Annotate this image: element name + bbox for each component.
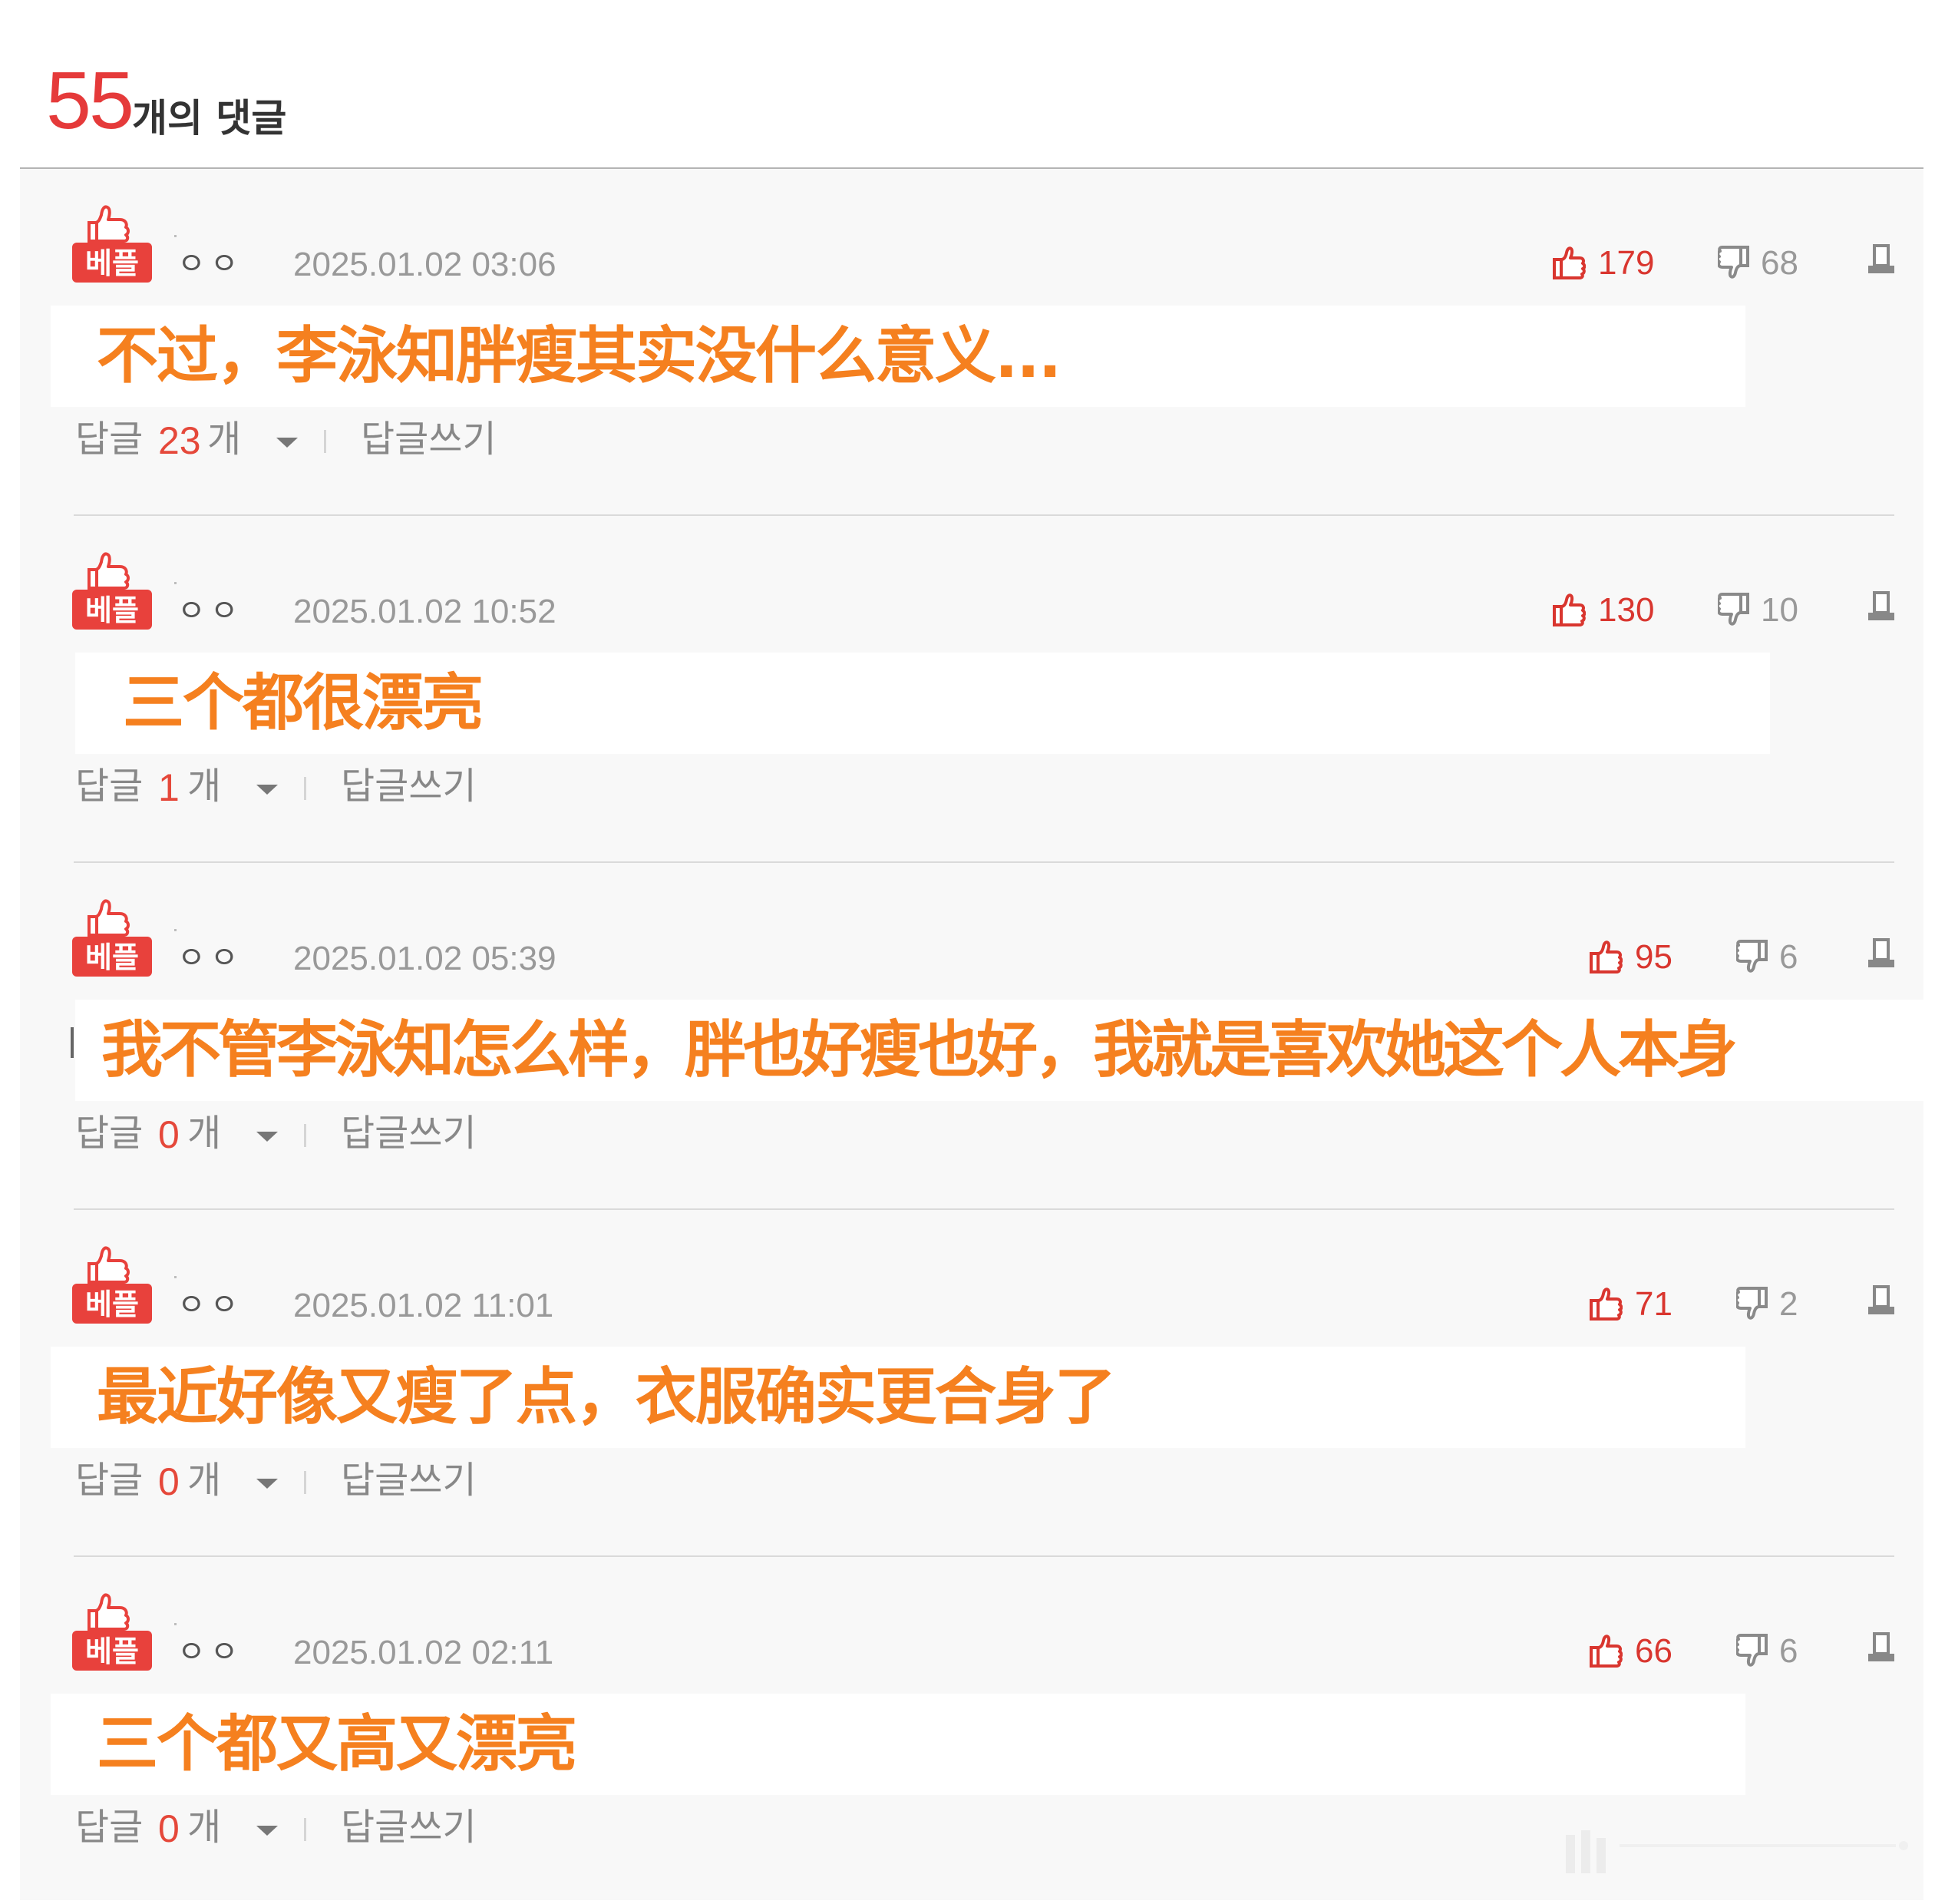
best-badge-label: 베플	[85, 246, 139, 280]
thumbs-down-icon	[1736, 1634, 1768, 1667]
comment-text-box: 三个都很漂亮	[75, 653, 1770, 754]
reply-count[interactable]: 0	[158, 1112, 180, 1158]
nickname[interactable]: ㅇㅇ	[177, 1288, 243, 1322]
comment-text-box: 不过，李泳知胖瘦其实没什么意义...	[51, 306, 1745, 407]
thumbs-up-icon	[1553, 593, 1586, 626]
like-count: 130	[1598, 591, 1655, 629]
reply-label[interactable]: 답글	[75, 1110, 143, 1156]
comment-item: 베플 ㅇㅇ 2025.01.02 03:06 179 68 不过，李泳知胖瘦其实…	[20, 169, 1923, 516]
like-count: 71	[1635, 1285, 1672, 1323]
best-badge-label: 베플	[85, 593, 139, 627]
reply-unit[interactable]: 개	[187, 1110, 221, 1156]
reply-unit[interactable]: 개	[187, 1804, 221, 1850]
thumbs-up-icon	[1590, 940, 1623, 973]
report-icon[interactable]	[1867, 1631, 1896, 1664]
report-icon[interactable]	[1867, 590, 1896, 623]
comment-list: 베플 ㅇㅇ 2025.01.02 03:06 179 68 不过，李泳知胖瘦其实…	[20, 169, 1923, 1900]
nickname-dot	[174, 1623, 177, 1625]
reply-label[interactable]: 답글	[75, 1804, 143, 1850]
dislike-count: 68	[1761, 244, 1798, 282]
reply-unit[interactable]: 개	[187, 763, 221, 809]
comment-item: 베플 ㅇㅇ 2025.01.02 11:01 71 2 最近好像又瘦了点，衣服确…	[20, 1210, 1923, 1557]
nickname[interactable]: ㅇㅇ	[177, 594, 243, 628]
reply-divider	[304, 1471, 306, 1494]
nickname[interactable]: ㅇㅇ	[177, 1635, 243, 1669]
thumbs-up-icon	[1553, 246, 1586, 279]
comment-date: 2025.01.02 10:52	[293, 593, 556, 630]
write-reply-button[interactable]: 답글쓰기	[341, 1457, 477, 1503]
reply-unit[interactable]: 개	[187, 1457, 221, 1503]
reply-divider	[324, 430, 326, 453]
comment-text-box: 我不管李泳知怎么样，胖也好瘦也好，我就是喜欢她这个人本身	[75, 1000, 1923, 1101]
caret-down-icon[interactable]	[276, 438, 298, 448]
thumbs-up-icon	[1590, 1288, 1623, 1321]
comment-text: 三个都又高又漂亮	[97, 1708, 577, 1780]
caret-down-icon[interactable]	[256, 1132, 278, 1142]
text-cursor-mark	[71, 1027, 74, 1058]
reply-divider	[304, 777, 306, 800]
report-icon[interactable]	[1867, 243, 1896, 276]
reply-count[interactable]: 0	[158, 1806, 180, 1852]
comment-date: 2025.01.02 11:01	[293, 1287, 554, 1324]
best-badge-label: 베플	[85, 1288, 139, 1321]
thumbs-down-icon	[1718, 593, 1749, 626]
best-badge-label: 베플	[85, 940, 139, 974]
thumbs-down-icon	[1718, 246, 1749, 279]
comment-text: 最近好像又瘦了点，衣服确实更合身了	[97, 1361, 1116, 1433]
nickname-dot	[174, 235, 177, 237]
dislike-count: 2	[1779, 1285, 1798, 1323]
report-icon[interactable]	[1867, 937, 1896, 970]
like-count: 95	[1635, 938, 1672, 976]
comment-count: 55	[46, 55, 134, 146]
reply-count[interactable]: 23	[158, 418, 201, 464]
reply-label[interactable]: 답글	[75, 416, 143, 462]
comment-date: 2025.01.02 05:39	[293, 940, 556, 977]
like-count: 66	[1635, 1632, 1672, 1670]
comment-item: 베플 ㅇㅇ 2025.01.02 05:39 95 6 我不管李泳知怎么样，胖也…	[20, 863, 1923, 1210]
comment-date: 2025.01.02 03:06	[293, 246, 556, 283]
nickname-dot	[174, 1276, 177, 1278]
comment-text-box: 三个都又高又漂亮	[51, 1694, 1745, 1795]
write-reply-button[interactable]: 답글쓰기	[341, 1110, 477, 1156]
nickname-dot	[174, 929, 177, 931]
nickname[interactable]: ㅇㅇ	[177, 247, 243, 281]
nickname[interactable]: ㅇㅇ	[177, 941, 243, 975]
comment-text: 不过，李泳知胖瘦其实没什么意义...	[97, 320, 1062, 392]
caret-down-icon[interactable]	[256, 1479, 278, 1489]
reply-label[interactable]: 답글	[75, 1457, 143, 1503]
nickname-dot	[174, 582, 177, 584]
report-icon[interactable]	[1867, 1284, 1896, 1317]
reply-unit[interactable]: 개	[207, 416, 241, 462]
comment-item: 베플 ㅇㅇ 2025.01.02 10:52 130 10 三个都很漂亮 답글 …	[20, 516, 1923, 863]
caret-down-icon[interactable]	[256, 785, 278, 795]
comment-date: 2025.01.02 02:11	[293, 1634, 554, 1671]
thumbs-up-best-icon: 베플	[72, 552, 152, 630]
dislike-count: 6	[1779, 1632, 1798, 1670]
reply-count[interactable]: 0	[158, 1459, 180, 1505]
comment-text: 三个都很漂亮	[123, 667, 484, 739]
comment-text: 我不管李泳知怎么样，胖也好瘦也好，我就是喜欢她这个人本身	[101, 1014, 1738, 1086]
best-badge-label: 베플	[85, 1635, 139, 1668]
thumbs-up-best-icon: 베플	[72, 1246, 152, 1324]
thumbs-up-icon	[1590, 1635, 1623, 1668]
reply-label[interactable]: 답글	[75, 763, 143, 809]
caret-down-icon[interactable]	[256, 1826, 278, 1836]
thumbs-down-icon	[1736, 1287, 1768, 1320]
reply-count[interactable]: 1	[158, 765, 180, 811]
write-reply-button[interactable]: 답글쓰기	[361, 416, 497, 462]
thumbs-down-icon	[1736, 940, 1768, 973]
like-count: 179	[1598, 244, 1655, 282]
dislike-count: 10	[1761, 591, 1798, 629]
dislike-count: 6	[1779, 938, 1798, 976]
comment-count-label: 개의 댓글	[132, 96, 287, 140]
watermark-logo-icon	[1566, 1830, 1908, 1873]
write-reply-button[interactable]: 답글쓰기	[341, 1804, 477, 1850]
thumbs-up-best-icon: 베플	[72, 205, 152, 283]
reply-divider	[304, 1818, 306, 1841]
write-reply-button[interactable]: 답글쓰기	[341, 763, 477, 809]
thumbs-up-best-icon: 베플	[72, 899, 152, 977]
comment-text-box: 最近好像又瘦了点，衣服确实更合身了	[51, 1347, 1745, 1448]
thumbs-up-best-icon: 베플	[72, 1593, 152, 1671]
reply-divider	[304, 1124, 306, 1147]
